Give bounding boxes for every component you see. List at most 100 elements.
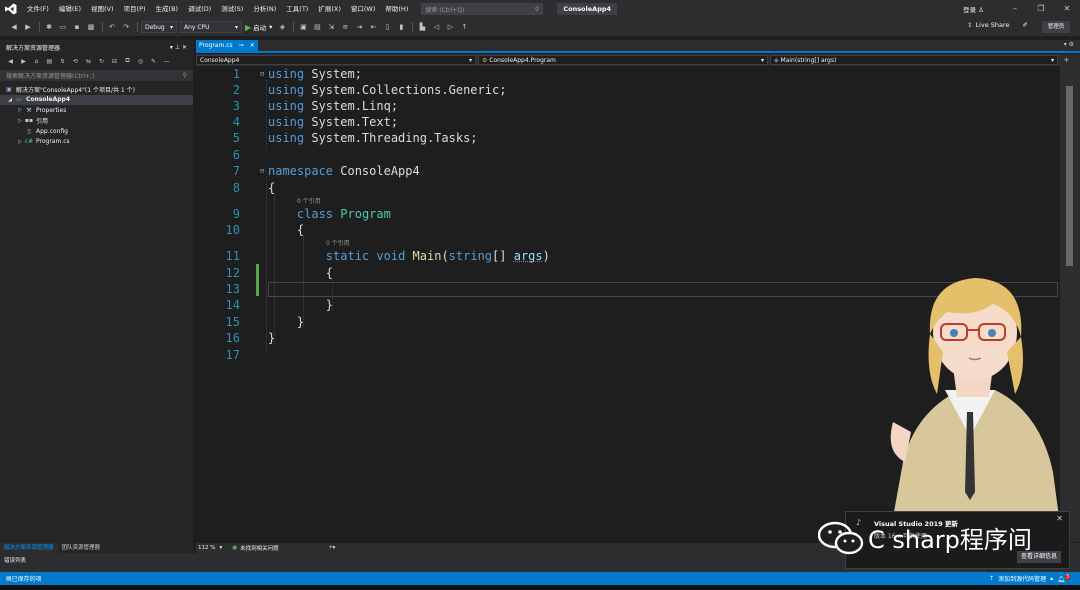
expanded-arrow-icon[interactable]: ◢ — [6, 97, 14, 103]
comment-icon[interactable]: ▯ — [381, 21, 393, 33]
history-icon[interactable]: ⟲ — [71, 55, 80, 67]
menu-test[interactable]: 测试(S) — [216, 0, 248, 18]
code-cleanup-icon[interactable]: ⚡▾ — [329, 545, 336, 551]
admin-badge[interactable]: 管理员 — [1042, 21, 1070, 33]
preview-icon[interactable]: ◎ — [136, 55, 145, 67]
line-number: 16 — [225, 331, 240, 345]
menu-project[interactable]: 项目(P) — [119, 0, 151, 18]
tree-item-project[interactable]: ◢ ▭ ConsoleApp4 — [0, 94, 193, 105]
new-project-icon[interactable]: ✱ — [43, 21, 55, 33]
indent-icon[interactable]: ⇥ — [353, 21, 365, 33]
brace: } — [268, 331, 276, 345]
collapse-all-icon[interactable]: ⊟ — [110, 55, 119, 67]
layout-icon[interactable]: ▤ — [311, 21, 323, 33]
platform-dropdown[interactable]: Any CPU ▾ — [180, 21, 242, 33]
home-icon[interactable]: ⌂ — [32, 55, 41, 67]
undo-icon[interactable]: ↶ — [106, 21, 118, 33]
menu-file[interactable]: 文件(F) — [22, 0, 54, 18]
tree-item-properties[interactable]: ▷ ⚒ Properties — [0, 105, 193, 116]
menu-analyze[interactable]: 分析(N) — [248, 0, 281, 18]
notification-bell-icon[interactable]: 🔔︎3 — [1057, 574, 1070, 583]
tree-item-references[interactable]: ▷ ▪▪ 引用 — [0, 116, 193, 127]
properties-icon[interactable]: ✎ — [149, 55, 158, 67]
chevron-down-icon[interactable]: ▾ — [219, 545, 222, 551]
codelens-references[interactable]: 0 个引用 — [326, 238, 350, 247]
collapsed-arrow-icon[interactable]: ▷ — [16, 107, 24, 113]
bookmark-next-icon[interactable]: ▷ — [444, 21, 456, 33]
browser-link-icon[interactable]: ◈ — [276, 21, 288, 33]
bookmark-prev-icon[interactable]: ◁ — [430, 21, 442, 33]
outdent-icon[interactable]: ⇤ — [367, 21, 379, 33]
collapsed-arrow-icon[interactable]: ▷ — [16, 139, 24, 145]
save-icon[interactable]: ▪ — [71, 21, 83, 33]
back-icon[interactable]: ◀ — [6, 55, 15, 67]
close-icon[interactable]: ✕ — [250, 42, 255, 49]
menu-view[interactable]: 视图(V) — [86, 0, 119, 18]
zoom-level[interactable]: 112 % — [198, 545, 215, 551]
sync-icon[interactable]: ⇆ — [84, 55, 93, 67]
chevron-down-icon[interactable]: ▾ — [170, 44, 173, 51]
menu-extensions[interactable]: 扩展(X) — [313, 0, 346, 18]
collapse-toggle-icon[interactable]: ⊟ — [260, 70, 264, 78]
collapsed-arrow-icon[interactable]: ▷ — [16, 118, 24, 124]
codelens-references[interactable]: 0 个引用 — [297, 196, 321, 205]
save-all-icon[interactable]: ▩ — [85, 21, 97, 33]
split-icon[interactable]: ✛ — [1064, 57, 1069, 64]
tab-program-cs[interactable]: Program.cs ⊸ ✕ — [196, 40, 258, 51]
minus-icon[interactable]: — — [162, 55, 171, 67]
redo-icon[interactable]: ↷ — [120, 21, 132, 33]
vs-logo-icon[interactable] — [0, 0, 22, 18]
menu-edit[interactable]: 编辑(E) — [54, 0, 86, 18]
menu-tools[interactable]: 工具(T) — [281, 0, 313, 18]
tab-error-list[interactable]: 错误列表 — [4, 558, 26, 564]
refresh-icon[interactable]: ↻ — [97, 55, 106, 67]
issues-status[interactable]: 未找到相关问题 — [240, 544, 279, 552]
tab-options-icons[interactable]: ▾ ⚙ — [1064, 41, 1074, 48]
maximize-button[interactable]: ❐ — [1028, 0, 1054, 18]
pin-icon[interactable]: ⊸ — [239, 42, 244, 49]
start-button[interactable]: ▶ 启动 ▾ — [245, 22, 273, 33]
login-link[interactable]: 登录 ♙ — [963, 4, 984, 14]
solution-switch-icon[interactable]: ▤ — [45, 55, 54, 67]
menu-debug[interactable]: 调试(D) — [183, 0, 216, 18]
solution-explorer-panel: 解决方案资源管理器 ▾ ⊥ ✕ ◀ ▶ ⌂ ▤ ↯ ⟲ ⇆ ↻ ⊟ ⧉ ◎ ✎ … — [0, 40, 193, 553]
close-window-button[interactable]: ✕ — [1054, 0, 1080, 18]
pending-changes-icon[interactable]: ↯ — [58, 55, 67, 67]
class-dropdown[interactable]: ⚙ ConsoleApp4.Program ▾ — [478, 55, 768, 65]
config-dropdown[interactable]: Debug ▾ — [141, 21, 177, 33]
tab-solution-explorer[interactable]: 解决方案资源管理器 — [0, 543, 58, 553]
chevron-down-icon: ▾ — [269, 23, 273, 31]
menu-help[interactable]: 帮助(H) — [380, 0, 413, 18]
tree-item-programcs[interactable]: ▷ c# Program.cs — [0, 137, 193, 148]
step-icon[interactable]: ⇲ — [325, 21, 337, 33]
project-dropdown[interactable]: ConsoleApp4 ▾ — [196, 55, 476, 65]
open-file-icon[interactable]: ▭ — [57, 21, 69, 33]
add-to-source-control[interactable]: 添加到源代码管理 — [998, 574, 1046, 583]
forward-icon[interactable]: ▶ — [19, 55, 28, 67]
live-share-button[interactable]: ⇪ Live Share ✐ — [967, 21, 1028, 29]
search-input[interactable]: 搜索 (Ctrl+Q) ⚲ — [421, 3, 544, 15]
show-all-icon[interactable]: ⧉ — [123, 55, 132, 67]
scrollbar-thumb[interactable] — [1066, 86, 1073, 266]
bookmark-icon[interactable]: ▙ — [416, 21, 428, 33]
pin-icon[interactable]: ⊥ — [175, 44, 180, 51]
screenshot-icon[interactable]: ▣ — [297, 21, 309, 33]
back-icon[interactable]: ◀ — [8, 21, 20, 33]
forward-icon[interactable]: ▶ — [22, 21, 34, 33]
member-dropdown[interactable]: ◈ Main(string[] args) ▾ — [770, 55, 1058, 65]
uncomment-icon[interactable]: ▮ — [395, 21, 407, 33]
brace: { — [325, 266, 334, 280]
minimize-button[interactable]: – — [1002, 0, 1028, 18]
bookmark-clear-icon[interactable]: ↑ — [458, 21, 470, 33]
close-icon[interactable]: ✕ — [1056, 514, 1063, 523]
format-icon[interactable]: ≡ — [339, 21, 351, 33]
collapse-toggle-icon[interactable]: ⊟ — [260, 167, 264, 175]
tree-item-solution[interactable]: ▣ 解决方案"ConsoleApp4"(1 个项目/共 1 个) — [0, 84, 193, 95]
solution-search-input[interactable]: 搜索解决方案资源管理器(Ctrl+;) ⚲ — [0, 70, 193, 81]
tree-item-appconfig[interactable]: ▯ App.config — [0, 126, 193, 137]
menu-window[interactable]: 窗口(W) — [346, 0, 381, 18]
menu-build[interactable]: 生成(B) — [151, 0, 184, 18]
close-icon[interactable]: ✕ — [182, 44, 187, 51]
references-icon: ▪▪ — [24, 117, 34, 125]
tab-team-explorer[interactable]: 团队资源管理器 — [58, 543, 105, 553]
